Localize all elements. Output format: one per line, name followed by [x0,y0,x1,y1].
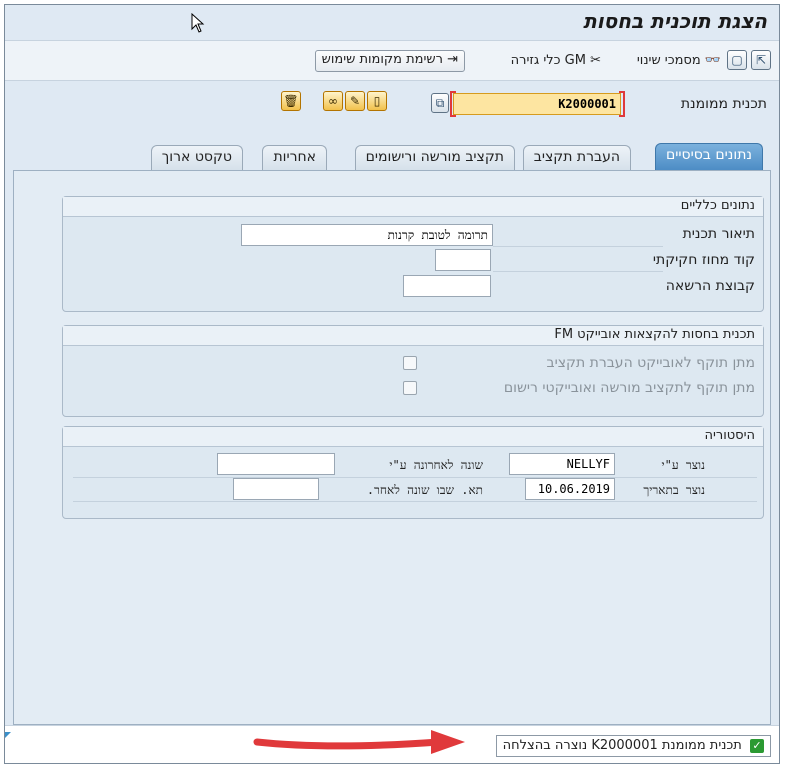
created-on-label: נוצר בתאריך [643,483,705,497]
row-divider [493,246,663,247]
change-documents-label: מסמכי שינוי [636,53,701,68]
legal-district-label: קוד מחוז חקיקתי [652,252,755,268]
row-divider [73,501,757,502]
where-used-list-button[interactable]: ⇥ רשימת מקומות שימוש [314,50,465,72]
cut-tool-icon: ✂ [590,53,601,68]
tab-authorized-budget[interactable]: תקציב מורשה ורישומים [354,145,515,171]
change-documents-button[interactable]: 👓 מסמכי שינוי [637,53,721,68]
budget-transfer-validation-label: מתן תוקף לאובייקט העברת תקציב [546,355,756,371]
program-description-label: תיאור תכנית [682,226,755,242]
history-heading: היסטוריה [63,427,763,447]
gm-tools-label: GM כלי גזירה [510,53,586,68]
legal-district-field[interactable] [435,249,491,271]
authorized-budget-validation-label: מתן תוקף לתקציב מורשה ואובייקטי רישום [503,380,755,396]
change-pencil-icon[interactable]: ✎ [345,91,365,111]
program-label: תכנית ממומנת [680,96,767,112]
field-bracket-right [619,91,625,117]
glasses-icon: 👓 [704,53,721,68]
copy-icon[interactable]: ⧉ [431,93,449,113]
created-by-field[interactable] [509,453,615,475]
application-toolbar: ⇱ ▢ 👓 מסמכי שינוי ✂ GM כלי גזירה ⇥ רשימת… [5,41,779,81]
authorization-group-field[interactable] [403,275,491,297]
general-data-group: נתונים כלליים תיאור תכנית קוד מחוז חקיקת… [62,196,764,312]
field-bracket-left [450,91,456,117]
tab-long-text[interactable]: טקסט ארוך [150,145,243,171]
program-description-field[interactable] [241,224,493,246]
general-data-heading: נתונים כלליים [63,197,763,217]
page-title: הצגת תוכנית בחסות [583,9,767,33]
row-divider [493,271,663,272]
create-icon[interactable]: ▯ [367,91,387,111]
tab-content-panel: נתונים כלליים תיאור תכנית קוד מחוז חקיקת… [13,170,771,725]
where-used-list-label: רשימת מקומות שימוש [321,52,443,67]
other-object-icon[interactable]: ⇱ [751,50,771,70]
tab-responsibility[interactable]: אחריות [262,145,327,171]
created-on-field[interactable] [525,478,615,500]
status-bar: ✓ תכנית ממומנת K2000001 נוצרה בהצלחה [5,725,779,763]
title-bar: הצגת תוכנית בחסות [5,5,779,41]
changed-on-label: תא. שבו שונה לאחר. [366,483,483,497]
authorization-group-label: קבוצת הרשאה [665,278,755,294]
status-message[interactable]: ✓ תכנית ממומנת K2000001 נוצרה בהצלחה [495,735,771,757]
display-glasses-icon[interactable]: ∞ [323,91,343,111]
history-group: היסטוריה נוצר ע"י שונה לאחרונה ע"י נוצר … [62,426,764,519]
gm-tools-button[interactable]: ✂ GM כלי גזירה [511,53,601,68]
status-corner-icon [5,732,11,738]
fm-assignment-heading: תכנית בחסות להקצאות אובייקט FM [63,326,763,346]
display-change-icon[interactable]: ▢ [727,50,747,70]
sap-window: הצגת תוכנית בחסות ⇱ ▢ 👓 מסמכי שינוי ✂ GM… [4,4,780,764]
red-arrow-annotation [253,730,465,754]
changed-on-field[interactable] [233,478,319,500]
status-message-text: תכנית ממומנת K2000001 נוצרה בהצלחה [502,738,742,753]
list-export-icon: ⇥ [447,52,458,67]
created-by-label: נוצר ע"י [661,458,705,472]
tab-basic-data[interactable]: נתונים בסיסיים [654,143,763,171]
changed-by-label: שונה לאחרונה ע"י [389,458,483,472]
program-input[interactable] [453,93,621,115]
authorized-budget-validation-checkbox[interactable] [403,381,417,395]
success-check-icon: ✓ [750,739,764,753]
delete-trash-icon[interactable]: 🗑 [281,91,301,111]
row-divider [73,477,757,478]
tab-budget-transfer[interactable]: העברת תקציב [522,145,631,171]
changed-by-field[interactable] [217,453,335,475]
mouse-cursor-icon [191,13,205,33]
budget-transfer-validation-checkbox[interactable] [403,356,417,370]
fm-assignment-group: תכנית בחסות להקצאות אובייקט FM מתן תוקף … [62,325,764,417]
